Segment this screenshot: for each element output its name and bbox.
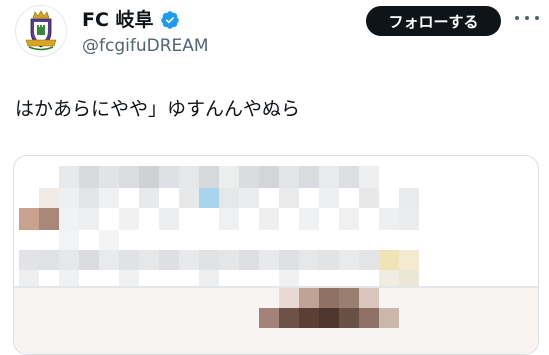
author-avatar[interactable] [15, 5, 67, 57]
display-name-text: FC 岐阜 [82, 9, 154, 31]
author-display-name[interactable]: FC 岐阜 [82, 8, 180, 32]
verified-badge-icon [160, 10, 180, 30]
tweet-media-card[interactable] [13, 155, 539, 355]
more-dot [515, 16, 519, 20]
follow-button[interactable]: フォローする [366, 6, 501, 36]
tweet-text: はかあらにやや」ゆすんんやぬら [15, 98, 301, 120]
more-dot [535, 16, 539, 20]
author-handle[interactable]: @fcgifuDREAM [82, 35, 209, 57]
more-options-icon[interactable] [515, 11, 539, 25]
club-crest-icon [25, 10, 57, 51]
more-dot [525, 16, 529, 20]
pixelated-media-image [14, 156, 538, 354]
